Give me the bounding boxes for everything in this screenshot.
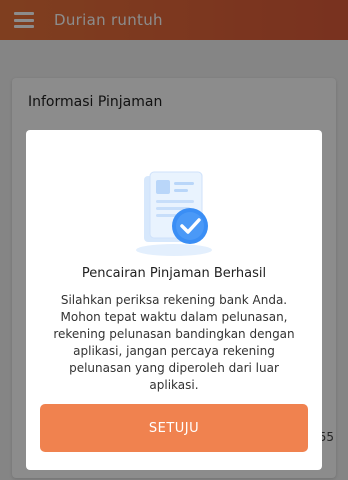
dialog-title: Pencairan Pinjaman Berhasil <box>81 266 267 281</box>
agree-button[interactable]: SETUJU <box>40 404 308 452</box>
dialog-message: Silahkan periksa rekening bank Anda. Moh… <box>53 293 295 392</box>
document-check-icon <box>124 164 224 264</box>
success-dialog: Pencairan Pinjaman Berhasil Silahkan per… <box>26 130 322 470</box>
